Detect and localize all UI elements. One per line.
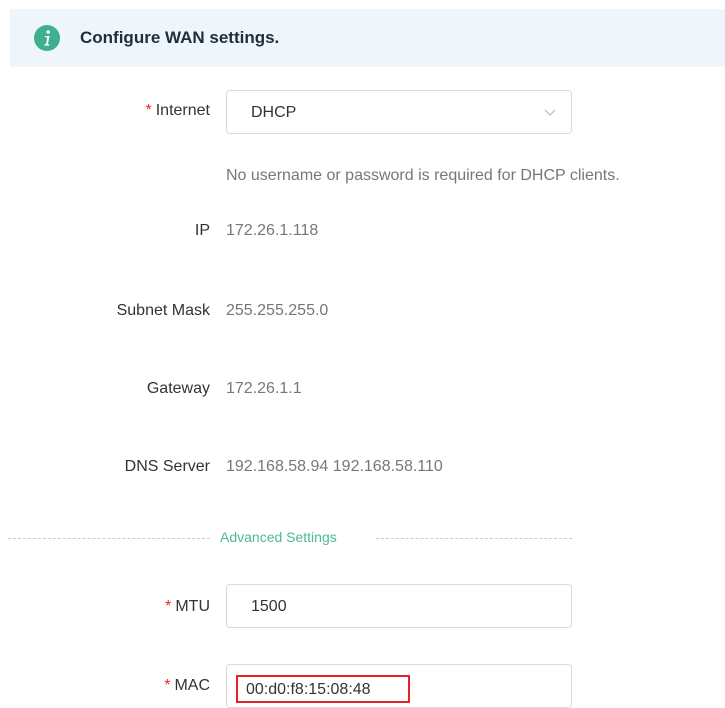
ip-value: 172.26.1.118 [226, 222, 319, 239]
required-mark: * [165, 598, 172, 615]
internet-hint: No username or password is required for … [226, 167, 620, 184]
subnet-mask-value: 255.255.255.0 [226, 302, 329, 319]
mtu-input-value: 1500 [251, 598, 287, 615]
info-banner: Configure WAN settings. [10, 9, 725, 67]
internet-label: * Internet [146, 101, 211, 121]
mac-label: * MAC [164, 676, 210, 696]
mtu-label-text: MTU [175, 598, 210, 615]
internet-label-text: Internet [155, 102, 210, 119]
mac-highlight-box: 00:d0:f8:15:08:48 [236, 675, 410, 703]
mac-label-text: MAC [174, 677, 210, 694]
dns-server-label: DNS Server [124, 458, 210, 475]
banner-text: Configure WAN settings. [80, 28, 280, 47]
mac-input-value: 00:d0:f8:15:08:48 [246, 681, 371, 698]
dns-server-value: 192.168.58.94 192.168.58.110 [226, 458, 443, 475]
subnet-mask-label: Subnet Mask [116, 302, 210, 319]
chevron-down-icon [544, 109, 556, 116]
internet-select[interactable]: DHCP [226, 90, 572, 134]
required-mark: * [164, 677, 171, 694]
info-icon [34, 25, 60, 51]
mtu-input[interactable]: 1500 [226, 584, 572, 628]
advanced-settings-toggle[interactable]: Advanced Settings [220, 528, 337, 546]
divider-line-left [8, 538, 210, 539]
divider-line-right [376, 538, 572, 539]
mtu-label: * MTU [165, 597, 210, 617]
mac-input[interactable]: 00:d0:f8:15:08:48 [226, 664, 572, 708]
internet-select-value: DHCP [251, 104, 297, 121]
required-mark: * [145, 102, 152, 119]
gateway-value: 172.26.1.1 [226, 380, 302, 397]
ip-label: IP [194, 222, 210, 239]
gateway-label: Gateway [146, 380, 210, 397]
